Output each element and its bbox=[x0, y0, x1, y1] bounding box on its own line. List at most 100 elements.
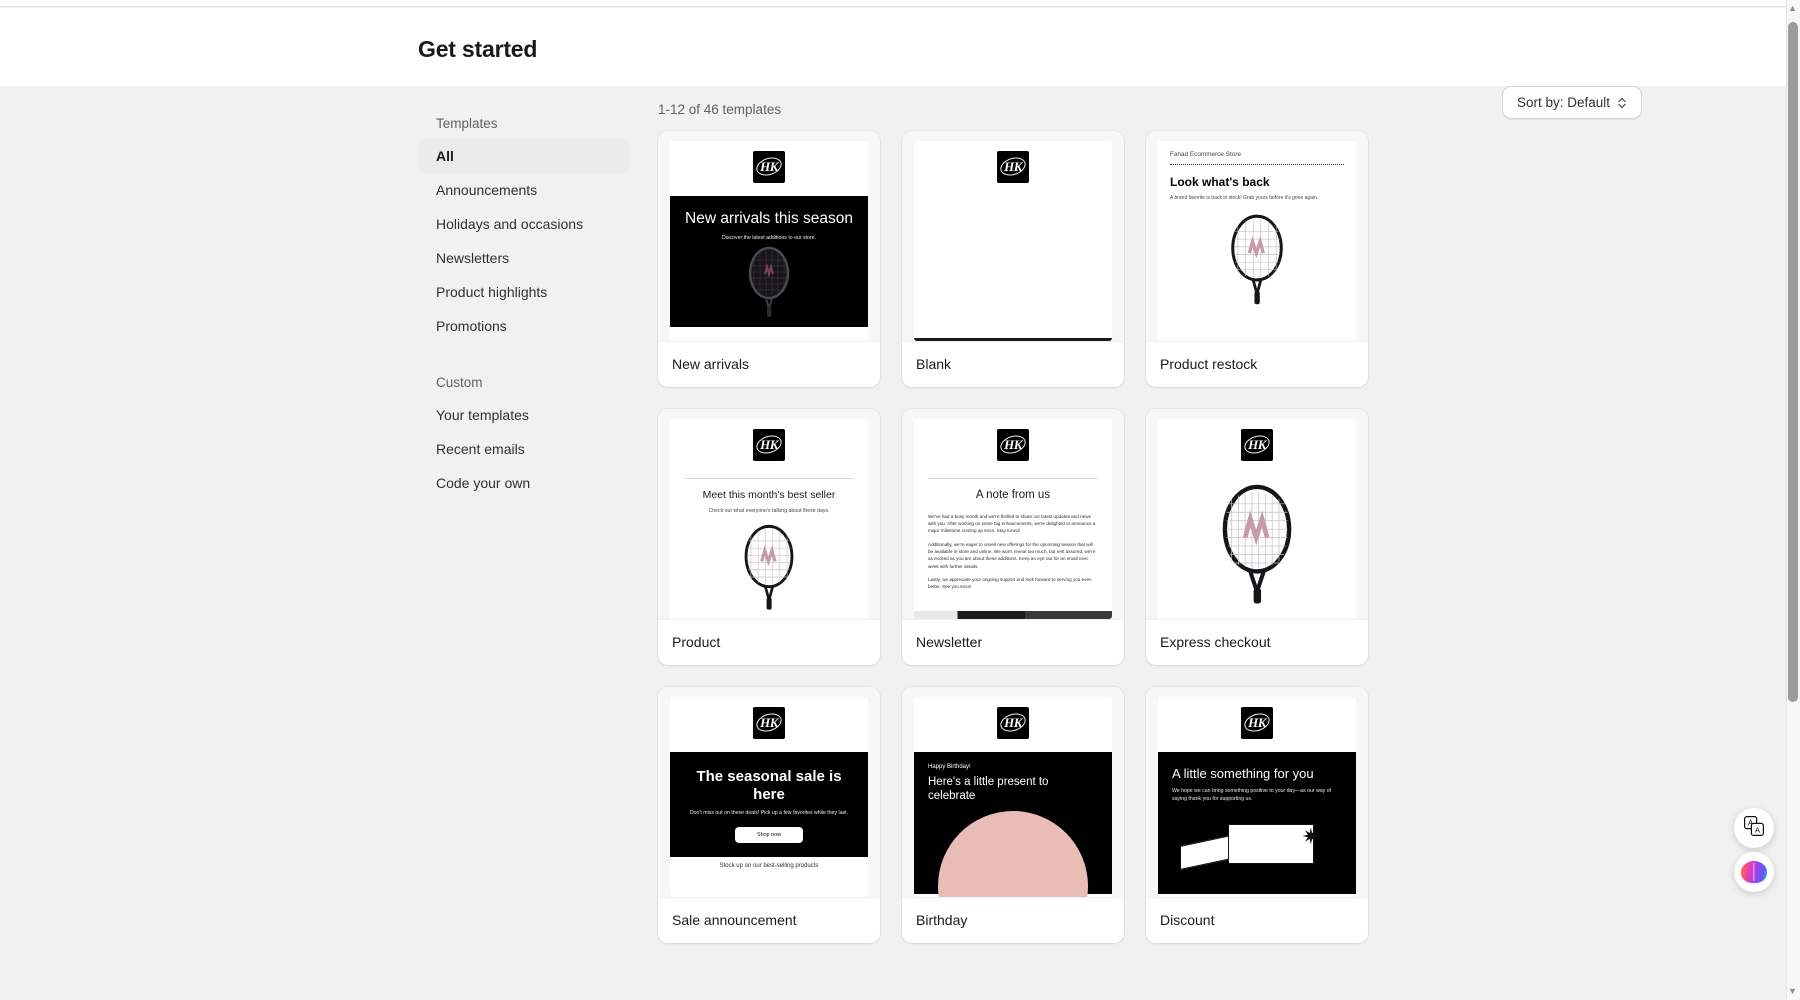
body-paragraph: Additionally, we're eager to unveil new … bbox=[928, 541, 1096, 569]
sidebar-group-heading-custom: Custom bbox=[436, 375, 483, 390]
template-card-title: Blank bbox=[902, 341, 1124, 387]
brand-logo: HK bbox=[670, 697, 868, 752]
sidebar-item-product-highlights[interactable]: Product highlights bbox=[418, 275, 630, 309]
template-preview: HK A little something for you We hope we… bbox=[1146, 687, 1368, 897]
templates-sidebar: Templates All Announcements Holidays and… bbox=[418, 110, 630, 500]
brand-logo: HK bbox=[914, 697, 1112, 752]
template-preview: HK bbox=[1146, 409, 1368, 619]
divider bbox=[928, 478, 1098, 479]
template-preview: HK Happy Birthday! Here's a little prese… bbox=[902, 687, 1124, 897]
template-card-discount[interactable]: HK A little something for you We hope we… bbox=[1146, 687, 1368, 943]
tennis-racket-icon bbox=[748, 246, 790, 318]
template-card-blank[interactable]: HK Blank bbox=[902, 131, 1124, 387]
body-paragraph: Lastly, we appreciate your ongoing suppo… bbox=[928, 576, 1092, 590]
gift-illustration: ✷ bbox=[1172, 810, 1342, 870]
hero-title: Here's a little present to celebrate bbox=[928, 776, 1049, 802]
hero-eyebrow: Happy Birthday! bbox=[928, 764, 971, 770]
hero-title: Meet this month's best seller bbox=[702, 489, 836, 501]
email-preview: HK bbox=[1158, 419, 1356, 619]
hero-title: Look what's back bbox=[1170, 175, 1270, 189]
template-card-title: Sale announcement bbox=[658, 897, 880, 943]
template-preview: HK bbox=[902, 131, 1124, 341]
template-preview: HK Meet this month's best seller Check o… bbox=[658, 409, 880, 619]
page-title: Get started bbox=[418, 36, 538, 62]
sidebar-item-code-your-own[interactable]: Code your own bbox=[418, 466, 630, 500]
logo-text: HK bbox=[1004, 159, 1022, 174]
brand-logo: HK bbox=[670, 141, 868, 196]
hero-title: A little something for you bbox=[1172, 766, 1314, 781]
sidebar-item-promotions[interactable]: Promotions bbox=[418, 309, 630, 343]
hero-subtitle: Discover the latest additions to our sto… bbox=[722, 235, 816, 242]
logo-text: HK bbox=[1004, 437, 1022, 452]
sidebar-item-all[interactable]: All bbox=[418, 139, 630, 173]
scroll-up-arrow-icon[interactable]: ▲ bbox=[1788, 4, 1797, 13]
brand-logo: HK bbox=[670, 419, 868, 474]
dotted-divider bbox=[1170, 164, 1344, 165]
email-preview: HK The seasonal sale is here Don't miss … bbox=[670, 697, 868, 897]
email-preview: HK A little something for you We hope we… bbox=[1158, 697, 1356, 897]
template-card-sale-announcement[interactable]: HK The seasonal sale is here Don't miss … bbox=[658, 687, 880, 943]
email-preview: HK Happy Birthday! Here's a little prese… bbox=[914, 697, 1112, 897]
preview-bottom-strip bbox=[914, 338, 1112, 341]
store-logo-icon: HK bbox=[753, 151, 785, 183]
ai-assistant-button[interactable] bbox=[1734, 852, 1774, 892]
app-root: Get started Templates All Announcements … bbox=[0, 0, 1800, 1000]
brand-logo: HK bbox=[914, 419, 1112, 474]
page-header: Get started bbox=[0, 8, 1786, 86]
preview-bottom-strip bbox=[914, 611, 1112, 619]
sort-by-button[interactable]: Sort by: Default bbox=[1501, 86, 1642, 119]
template-card-new-arrivals[interactable]: HK New arrivals this season Discover the… bbox=[658, 131, 880, 387]
scroll-down-arrow-icon[interactable]: ▼ bbox=[1788, 987, 1797, 996]
store-logo-icon: HK bbox=[1241, 429, 1273, 461]
store-logo-icon: HK bbox=[997, 707, 1029, 739]
chevron-up-down-icon bbox=[1617, 96, 1627, 110]
template-card-title: New arrivals bbox=[658, 341, 880, 387]
sidebar-item-newsletters[interactable]: Newsletters bbox=[418, 241, 630, 275]
template-preview: HK A note from us We've had a busy month… bbox=[902, 409, 1124, 619]
template-preview: HK The seasonal sale is here Don't miss … bbox=[658, 687, 880, 897]
template-card-title: Newsletter bbox=[902, 619, 1124, 665]
hero-subtitle: Don't miss out on these deals! Pick up a… bbox=[689, 810, 849, 817]
sidebar-item-holidays-and-occasions[interactable]: Holidays and occasions bbox=[418, 207, 630, 241]
sidebar-item-announcements[interactable]: Announcements bbox=[418, 173, 630, 207]
body-paragraph: We've had a busy month and we're thrille… bbox=[928, 513, 1096, 534]
tennis-racket-icon bbox=[1222, 484, 1292, 604]
page-scrollbar[interactable]: ▲ ▼ bbox=[1786, 0, 1800, 1000]
product-image bbox=[684, 243, 854, 318]
template-card-product[interactable]: HK Meet this month's best seller Check o… bbox=[658, 409, 880, 665]
store-logo-icon: HK bbox=[753, 707, 785, 739]
hero-title: New arrivals this season bbox=[685, 210, 853, 227]
brand-logo: HK bbox=[1158, 697, 1356, 752]
template-preview: Fahad Ecommerce Store Look what's back A… bbox=[1146, 131, 1368, 341]
email-preview: HK A note from us We've had a busy month… bbox=[914, 419, 1112, 619]
ai-brain-icon bbox=[1741, 861, 1767, 883]
template-card-title: Express checkout bbox=[1146, 619, 1368, 665]
template-card-newsletter[interactable]: HK A note from us We've had a busy month… bbox=[902, 409, 1124, 665]
shop-now-button[interactable]: Shop now bbox=[735, 827, 803, 844]
hero-subtitle: A brand favorite is back in stock! Grab … bbox=[1170, 195, 1319, 202]
sidebar-group-heading-templates: Templates bbox=[436, 116, 498, 131]
product-image bbox=[1158, 209, 1356, 305]
email-preview: HK bbox=[914, 141, 1112, 341]
hero-title: A note from us bbox=[975, 489, 1051, 501]
logo-text: HK bbox=[1248, 437, 1266, 452]
logo-text: HK bbox=[760, 437, 778, 452]
scrollbar-thumb[interactable] bbox=[1788, 22, 1798, 702]
template-card-express-checkout[interactable]: HK Express checkout bbox=[1146, 409, 1368, 665]
template-card-title: Birthday bbox=[902, 897, 1124, 943]
sidebar-item-recent-emails[interactable]: Recent emails bbox=[418, 432, 630, 466]
email-preview: Fahad Ecommerce Store Look what's back A… bbox=[1158, 141, 1356, 341]
email-preview: HK New arrivals this season Discover the… bbox=[670, 141, 868, 341]
store-logo-icon: HK bbox=[1241, 707, 1273, 739]
template-card-product-restock[interactable]: Fahad Ecommerce Store Look what's back A… bbox=[1146, 131, 1368, 387]
template-card-birthday[interactable]: HK Happy Birthday! Here's a little prese… bbox=[902, 687, 1124, 943]
hero-block: A little something for you We hope we ca… bbox=[1158, 752, 1356, 894]
hero-block: New arrivals this season Discover the la… bbox=[670, 196, 868, 328]
logo-text: HK bbox=[760, 715, 778, 730]
template-card-title: Product bbox=[658, 619, 880, 665]
translate-button[interactable]: A A bbox=[1734, 808, 1774, 848]
product-image bbox=[670, 520, 868, 610]
sidebar-item-your-templates[interactable]: Your templates bbox=[418, 398, 630, 432]
templates-grid: HK New arrivals this season Discover the… bbox=[658, 131, 1368, 943]
hero-subtitle: Check out what everyone's talking about … bbox=[708, 508, 830, 515]
